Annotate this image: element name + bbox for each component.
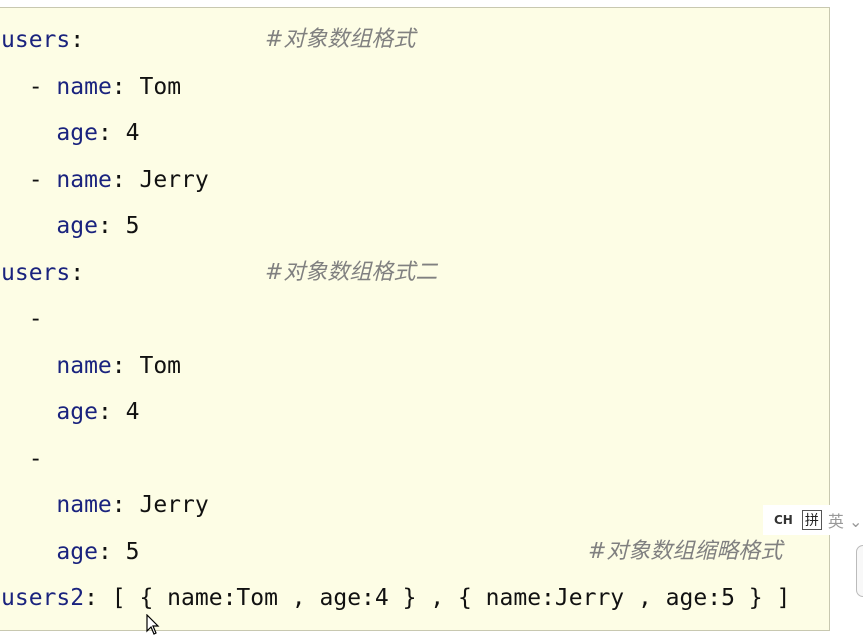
code-line[interactable]: users2: [ { name:Tom , age:4 } , { name:… <box>1 575 790 621</box>
code-line[interactable]: users: <box>1 250 84 296</box>
yaml-key: age <box>56 538 98 565</box>
yaml-key: name <box>56 166 112 193</box>
yaml-key: users <box>1 259 71 286</box>
yaml-value: 5 <box>125 213 140 239</box>
yaml-value: 5 <box>125 538 140 565</box>
code-line[interactable]: - <box>1 436 43 482</box>
code-line[interactable]: users: <box>1 17 84 63</box>
yaml-key: age <box>56 213 98 239</box>
yaml-comment: #对象数组缩略格式 <box>588 538 783 564</box>
key-separator: : <box>111 492 140 518</box>
list-dash: - <box>28 445 43 472</box>
code-line[interactable]: name: Tom <box>1 343 181 389</box>
yaml-value: 4 <box>125 399 140 425</box>
ime-pinyin-mode-icon[interactable]: 拼 <box>801 510 822 530</box>
yaml-key: name <box>56 492 112 518</box>
yaml-key: name <box>56 73 112 100</box>
list-dash: - <box>28 306 43 332</box>
yaml-key: name <box>56 352 112 379</box>
code-editor[interactable]: users: - name: Tom age: 4 - name: Jerry … <box>0 7 830 631</box>
side-scroll-widget[interactable] <box>856 545 863 597</box>
yaml-key: users <box>1 27 71 53</box>
key-separator: : <box>97 120 126 146</box>
yaml-value: [ { name:Tom , age:4 } , { name:Jerry , … <box>111 585 791 611</box>
ime-language-indicator[interactable]: CH <box>774 513 793 527</box>
code-line[interactable]: age: 4 <box>1 110 140 156</box>
key-separator: : <box>111 73 140 100</box>
yaml-comment: #对象数组格式二 <box>265 259 438 285</box>
key-separator: : <box>97 538 126 565</box>
key-separator: : <box>111 166 140 193</box>
ime-settings-icon[interactable]: 英 ⌄ <box>828 508 863 532</box>
key-separator: : <box>70 27 85 53</box>
key-separator: : <box>97 213 126 239</box>
yaml-comment: #对象数组格式 <box>265 27 416 52</box>
code-line[interactable]: - <box>1 296 43 342</box>
yaml-key: age <box>56 399 98 425</box>
mouse-pointer-icon <box>146 614 160 635</box>
code-line[interactable]: age: 5 <box>1 529 140 575</box>
yaml-value: Tom <box>139 352 182 379</box>
key-separator: : <box>70 259 85 286</box>
key-separator: : <box>97 399 126 425</box>
yaml-value: Jerry <box>139 492 209 518</box>
code-line[interactable]: age: 5 <box>1 203 140 249</box>
code-line[interactable]: name: Jerry <box>1 482 209 528</box>
key-separator: : <box>111 352 140 379</box>
code-line[interactable]: - name: Jerry <box>1 157 209 203</box>
list-dash: - <box>28 73 57 100</box>
yaml-key: age <box>56 120 98 146</box>
yaml-value: Tom <box>139 73 182 100</box>
yaml-value: 4 <box>125 120 140 146</box>
code-line[interactable]: - name: Tom <box>1 64 181 110</box>
code-line[interactable]: age: 4 <box>1 389 140 435</box>
list-dash: - <box>28 166 57 193</box>
ime-toolbar[interactable]: CH 拼 英 ⌄ <box>763 505 863 535</box>
key-separator: : <box>84 585 112 611</box>
yaml-value: Jerry <box>139 166 209 193</box>
yaml-key: users2 <box>1 585 85 611</box>
